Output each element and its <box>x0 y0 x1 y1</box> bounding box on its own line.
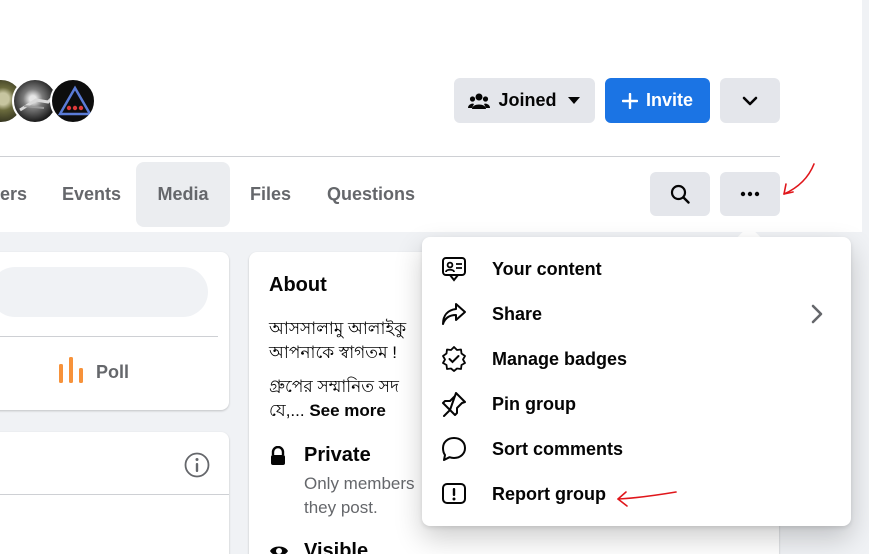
menu-item-share[interactable]: Share <box>430 292 843 336</box>
menu-item-label: Share <box>492 303 543 324</box>
tab-label: Files <box>250 184 292 204</box>
joined-button[interactable]: Joined <box>454 78 595 123</box>
menu-item-label: Report group <box>492 483 606 504</box>
about-text: আসসালামু আলাইকু <box>269 319 407 338</box>
feed-divider <box>0 494 229 495</box>
search-icon <box>670 184 690 204</box>
joined-label: Joined <box>498 90 557 110</box>
more-options-button[interactable] <box>720 172 780 216</box>
search-button[interactable] <box>650 172 710 216</box>
tab-label: Questions <box>327 184 416 204</box>
tab-label: Media <box>157 184 209 204</box>
member-avatar[interactable] <box>50 78 96 124</box>
privacy-description: Only members <box>304 474 415 493</box>
about-text: গ্রুপের সম্মানিত সদ <box>269 377 399 396</box>
tab-label: Events <box>62 184 122 204</box>
plus-icon <box>621 92 638 109</box>
caret-down-icon <box>567 96 581 105</box>
menu-item-pin-group[interactable]: Pin group <box>430 382 843 426</box>
scrollbar[interactable] <box>862 0 869 554</box>
invite-button[interactable]: Invite <box>605 78 710 123</box>
about-title: About <box>269 274 327 296</box>
menu-item-report-group[interactable]: Report group <box>430 472 843 516</box>
menu-item-sort-comments[interactable]: Sort comments <box>430 427 843 471</box>
composer-card: Poll <box>0 252 229 410</box>
privacy-description: they post. <box>304 498 378 517</box>
eye-icon <box>269 544 289 554</box>
invite-label: Invite <box>645 90 693 110</box>
tab-members[interactable]: ers <box>0 162 47 227</box>
info-icon[interactable] <box>184 452 210 483</box>
tab-media[interactable]: Media <box>136 162 230 227</box>
more-dots-icon <box>740 191 760 197</box>
visibility-title: Visible <box>304 540 369 554</box>
poll-button[interactable]: Poll <box>58 356 129 389</box>
chevron-right-icon <box>811 304 823 329</box>
about-text: যে,... <box>269 401 305 420</box>
poll-label: Poll <box>96 362 130 382</box>
tab-questions[interactable]: Questions <box>307 162 435 227</box>
more-options-menu: Your content Share Manage badges Pin gro… <box>422 237 851 526</box>
share-icon <box>440 300 468 328</box>
header-divider <box>0 156 780 157</box>
menu-item-label: Sort comments <box>492 438 624 459</box>
poll-icon <box>58 356 96 389</box>
menu-item-your-content[interactable]: Your content <box>430 247 843 291</box>
members-icon <box>468 92 491 110</box>
lock-icon <box>269 445 287 471</box>
composer-divider <box>0 336 218 337</box>
tab-label: ers <box>0 184 28 204</box>
feed-card <box>0 432 229 554</box>
badge-icon <box>440 345 468 373</box>
menu-item-label: Your content <box>492 258 602 279</box>
menu-item-label: Manage badges <box>492 348 628 369</box>
report-icon <box>440 480 468 508</box>
menu-item-manage-badges[interactable]: Manage badges <box>430 337 843 381</box>
chevron-down-icon <box>742 96 758 106</box>
see-more-link[interactable]: See more <box>309 401 386 420</box>
about-text: আপনাকে স্বাগতম ! <box>269 343 397 362</box>
tab-files[interactable]: Files <box>230 162 311 227</box>
content-icon <box>440 255 468 283</box>
about-text-last: যে,... See more <box>269 400 386 422</box>
pin-icon <box>440 390 468 418</box>
menu-item-label: Pin group <box>492 393 576 414</box>
write-post-input[interactable] <box>0 267 208 317</box>
privacy-title: Private <box>304 444 371 466</box>
comment-icon <box>440 435 468 463</box>
expand-header-button[interactable] <box>720 78 780 123</box>
tab-events[interactable]: Events <box>42 162 141 227</box>
